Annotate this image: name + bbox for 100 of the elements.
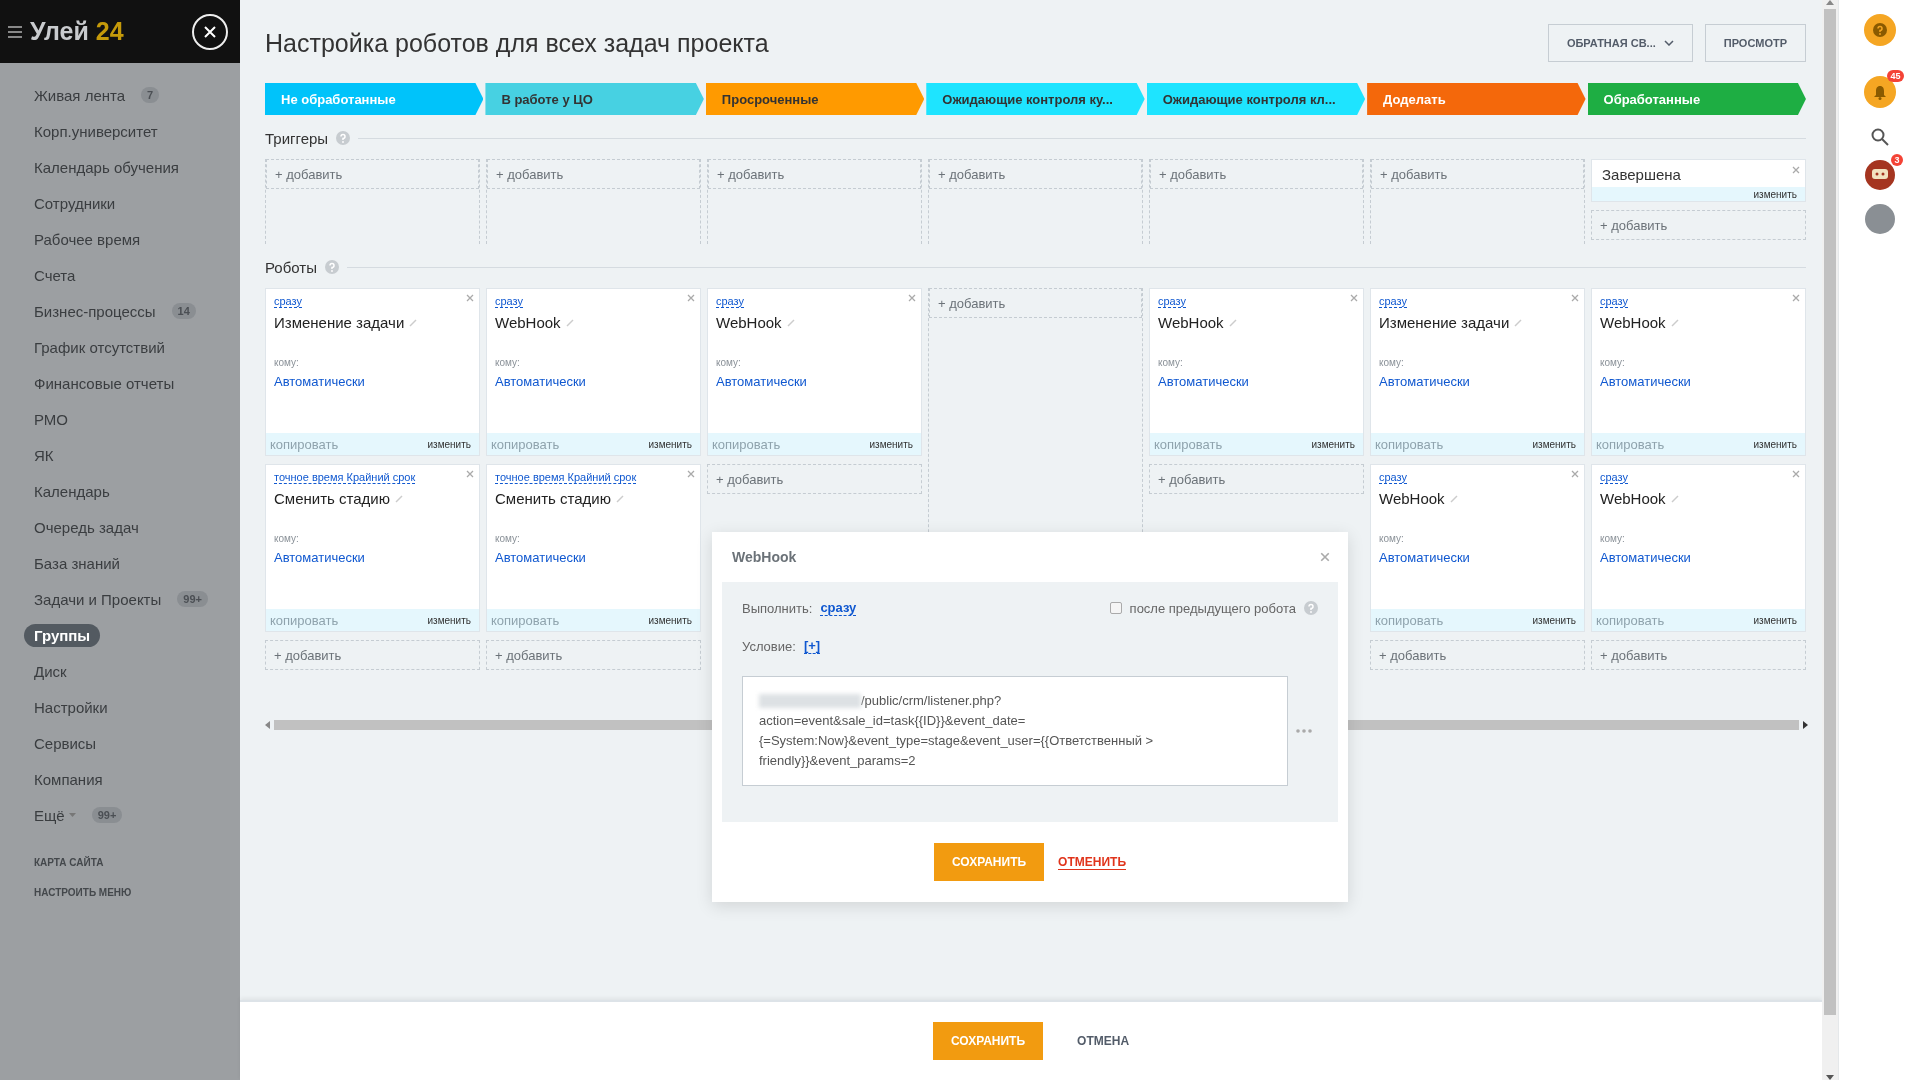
recipient-link[interactable]: Автоматически (274, 374, 471, 389)
sidebar-item[interactable]: Бизнес-процессы (24, 299, 166, 323)
add-button[interactable]: + добавить (1149, 464, 1364, 494)
stage-tab[interactable]: Доделать (1367, 83, 1586, 115)
timing-link[interactable]: сразу (274, 295, 303, 308)
scroll-right-icon[interactable] (1803, 721, 1808, 729)
edit-link[interactable]: изменить (1311, 438, 1355, 450)
checkbox[interactable] (1109, 602, 1122, 614)
pencil-icon[interactable] (786, 318, 795, 327)
sidebar-item[interactable]: РМО (24, 407, 78, 431)
copy-link[interactable]: копировать (712, 436, 781, 452)
feedback-dropdown[interactable]: ОБРАТНАЯ СВ... (1547, 24, 1693, 62)
copy-link[interactable]: копировать (1375, 436, 1444, 452)
vertical-scrollbar[interactable] (1822, 0, 1838, 1080)
add-button[interactable]: + добавить (1150, 159, 1363, 189)
sidebar-item[interactable]: Рабочее время (24, 227, 151, 251)
pencil-icon[interactable] (1228, 318, 1237, 327)
timing-link[interactable]: сразу (495, 295, 524, 308)
preview-button[interactable]: ПРОСМОТР (1704, 24, 1806, 62)
stage-tab[interactable]: Обработанные (1587, 83, 1806, 115)
scroll-down-icon[interactable] (1826, 1075, 1834, 1080)
sidebar-item[interactable]: Финансовые отчеты (24, 371, 185, 395)
edit-link[interactable]: изменить (1532, 614, 1576, 626)
timing-link[interactable]: сразу (1600, 471, 1629, 484)
sidebar-item[interactable]: Сотрудники (24, 191, 126, 215)
add-button[interactable]: + добавить (486, 640, 701, 670)
pencil-icon[interactable] (1670, 494, 1679, 503)
add-button[interactable]: + добавить (1370, 640, 1585, 670)
help-icon[interactable] (336, 131, 351, 145)
sidebar-item[interactable]: Живая лента (24, 83, 136, 107)
recipient-link[interactable]: Автоматически (495, 550, 692, 565)
stage-tab[interactable]: Просроченные (705, 83, 925, 115)
pencil-icon[interactable] (1449, 494, 1458, 503)
add-condition-link[interactable]: [+] (803, 638, 821, 654)
edit-link[interactable]: изменить (427, 438, 471, 450)
pencil-icon[interactable] (1670, 318, 1679, 327)
pencil-icon[interactable] (615, 494, 624, 503)
edit-link[interactable]: изменить (1532, 438, 1576, 450)
help-icon[interactable] (1304, 601, 1318, 615)
sidebar-item[interactable]: Диск (24, 659, 77, 683)
pencil-icon[interactable] (565, 318, 574, 327)
copy-link[interactable]: копировать (1375, 612, 1444, 628)
sidebar-item[interactable]: База знаний (24, 551, 130, 575)
stage-tab[interactable]: Ожидающие контроля ку... (926, 83, 1145, 115)
add-button[interactable]: + добавить (708, 159, 921, 189)
edit-link[interactable]: изменить (648, 614, 692, 626)
timing-link[interactable]: сразу (716, 295, 745, 308)
recipient-link[interactable]: Автоматически (274, 550, 471, 565)
recipient-link[interactable]: Автоматически (1600, 550, 1797, 565)
help-button[interactable] (1863, 14, 1896, 46)
recipient-link[interactable]: Автоматически (1379, 374, 1576, 389)
timing-link[interactable]: сразу (820, 600, 857, 616)
add-button[interactable]: + добавить (487, 159, 700, 189)
timing-link[interactable]: точное время Крайний срок (495, 471, 637, 484)
copy-link[interactable]: копировать (270, 436, 339, 452)
chat-button[interactable] (1864, 160, 1895, 190)
avatar[interactable] (1864, 204, 1895, 234)
sidebar-item[interactable]: Сервисы (24, 731, 107, 755)
copy-link[interactable]: копировать (270, 612, 339, 628)
recipient-link[interactable]: Автоматически (1600, 374, 1797, 389)
sidebar-item[interactable]: Задачи и Проекты (24, 587, 172, 611)
add-button[interactable]: + добавить (266, 159, 479, 189)
recipient-link[interactable]: Автоматически (495, 374, 692, 389)
timing-link[interactable]: сразу (1379, 295, 1408, 308)
add-button[interactable]: + добавить (929, 159, 1142, 189)
add-button[interactable]: + добавить (265, 640, 480, 670)
recipient-link[interactable]: Автоматически (716, 374, 913, 389)
sidebar-item[interactable]: Календарь (24, 479, 120, 503)
sidebar-item[interactable]: ЯК (24, 443, 64, 467)
menu-icon[interactable] (8, 25, 22, 38)
search-icon[interactable] (1870, 128, 1889, 146)
copy-link[interactable]: копировать (1154, 436, 1223, 452)
edit-link[interactable]: изменить (648, 438, 692, 450)
edit-link[interactable]: изменить (1753, 614, 1797, 626)
sidebar-link[interactable]: НАСТРОИТЬ МЕНЮ (0, 877, 240, 907)
timing-link[interactable]: сразу (1600, 295, 1629, 308)
sidebar-item[interactable]: График отсутствий (24, 335, 175, 359)
copy-link[interactable]: копировать (1596, 612, 1665, 628)
edit-link[interactable]: изменить (427, 614, 471, 626)
cancel-link[interactable]: ОТМЕНА (1077, 1034, 1130, 1048)
sidebar-item[interactable]: Компания (24, 767, 113, 791)
copy-link[interactable]: копировать (491, 436, 560, 452)
recipient-link[interactable]: Автоматически (1379, 550, 1576, 565)
sidebar-item[interactable]: Группы (24, 623, 101, 647)
add-button[interactable]: + добавить (1591, 640, 1806, 670)
scroll-up-icon[interactable] (1826, 0, 1834, 5)
add-button[interactable]: + добавить (1591, 210, 1806, 240)
scroll-left-icon[interactable] (265, 721, 270, 729)
pencil-icon[interactable] (394, 494, 403, 503)
sidebar-item[interactable]: Корп.университет (24, 119, 168, 143)
sidebar-link[interactable]: КАРТА САЙТА (0, 847, 240, 877)
add-button[interactable]: + добавить (707, 464, 922, 494)
sidebar-item[interactable]: Настройки (24, 695, 118, 719)
stage-tab[interactable]: Ожидающие контроля кл... (1146, 83, 1366, 115)
cancel-link[interactable]: ОТМЕНИТЬ (1058, 854, 1126, 870)
sidebar-item[interactable]: Очередь задач (24, 515, 149, 539)
sidebar-item[interactable]: Ещё (24, 803, 86, 827)
copy-link[interactable]: копировать (491, 612, 560, 628)
stage-tab[interactable]: В работе у ЦО (485, 83, 704, 115)
edit-link[interactable]: изменить (869, 438, 913, 450)
